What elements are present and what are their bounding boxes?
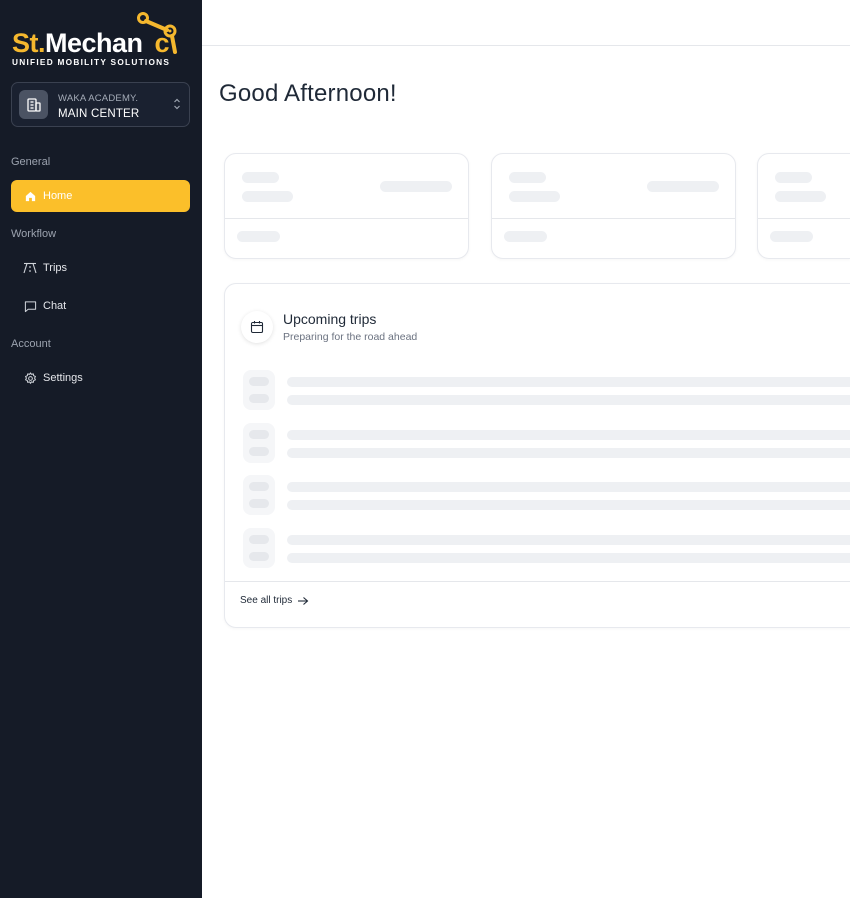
skeleton-line [249, 430, 269, 439]
chevron-up-down-icon [174, 98, 180, 110]
stat-card [224, 153, 469, 259]
skeleton-avatar [243, 423, 275, 463]
sidebar-item-settings[interactable]: Settings [11, 362, 190, 394]
section-label-account: Account [11, 338, 51, 350]
section-subtitle: Preparing for the road ahead [283, 331, 418, 343]
skeleton-line [287, 377, 850, 387]
skeleton-line [237, 231, 280, 242]
sidebar-item-home[interactable]: Home [11, 180, 190, 212]
skeleton-line [647, 181, 719, 192]
upcoming-trips-card: Upcoming trips Preparing for the road ah… [224, 283, 850, 628]
brand-tagline: UNIFIED MOBILITY SOLUTIONS [12, 57, 171, 67]
skeleton-avatar [243, 475, 275, 515]
sidebar-item-label: Chat [43, 300, 67, 312]
brand-logo[interactable]: St.Mechan​c UNIFIED MOBILITY SOLUTIONS [11, 12, 191, 68]
skeleton-avatar [243, 528, 275, 568]
stat-card [491, 153, 736, 259]
skeleton-line [249, 552, 269, 561]
sidebar-item-label: Trips [43, 262, 68, 274]
sidebar: St.Mechan​c UNIFIED MOBILITY SOLUTIONS W… [0, 0, 202, 898]
skeleton-line [287, 430, 850, 440]
divider [492, 218, 735, 219]
skeleton-line [504, 231, 547, 242]
divider [225, 218, 468, 219]
skeleton-line [249, 499, 269, 508]
chat-icon [23, 299, 37, 313]
skeleton-line [509, 172, 546, 183]
top-bar [202, 0, 850, 46]
skeleton-line [770, 231, 813, 242]
home-icon [23, 189, 37, 203]
skeleton-line [287, 448, 850, 458]
skeleton-line [249, 377, 269, 386]
skeleton-avatar [243, 370, 275, 410]
wrench-icon [137, 12, 177, 54]
sidebar-item-chat[interactable]: Chat [11, 290, 190, 322]
skeleton-line [287, 535, 850, 545]
sidebar-item-trips[interactable]: Trips [11, 252, 190, 284]
org-name: MAIN CENTER [58, 108, 140, 120]
skeleton-line [287, 482, 850, 492]
building-icon [19, 90, 48, 119]
skeleton-line [287, 500, 850, 510]
skeleton-line [249, 482, 269, 491]
calendar-icon [241, 311, 273, 343]
skeleton-line [249, 447, 269, 456]
skeleton-line [242, 191, 293, 202]
skeleton-line [287, 553, 850, 563]
road-icon [23, 261, 37, 275]
sidebar-item-label: Home [43, 190, 73, 202]
org-switcher[interactable]: WAKA ACADEMY. MAIN CENTER [11, 82, 190, 127]
section-label-general: General [11, 156, 51, 168]
org-subtitle: WAKA ACADEMY. [58, 93, 139, 104]
skeleton-line [775, 172, 812, 183]
skeleton-line [380, 181, 452, 192]
skeleton-line [249, 535, 269, 544]
section-label-workflow: Workflow [11, 228, 57, 240]
gear-icon [23, 371, 37, 385]
section-title: Upcoming trips [283, 311, 377, 327]
see-all-label: See all trips [240, 595, 293, 606]
sidebar-item-label: Settings [43, 372, 83, 384]
divider [225, 581, 850, 582]
page-title: Good Afternoon! [219, 80, 397, 107]
skeleton-line [775, 191, 826, 202]
see-all-trips-link[interactable]: See all trips [240, 595, 309, 606]
divider [758, 218, 850, 219]
skeleton-line [249, 394, 269, 403]
skeleton-line [242, 172, 279, 183]
skeleton-line [287, 395, 850, 405]
arrow-right-icon [298, 596, 309, 605]
skeleton-line [509, 191, 560, 202]
stat-card [757, 153, 850, 259]
